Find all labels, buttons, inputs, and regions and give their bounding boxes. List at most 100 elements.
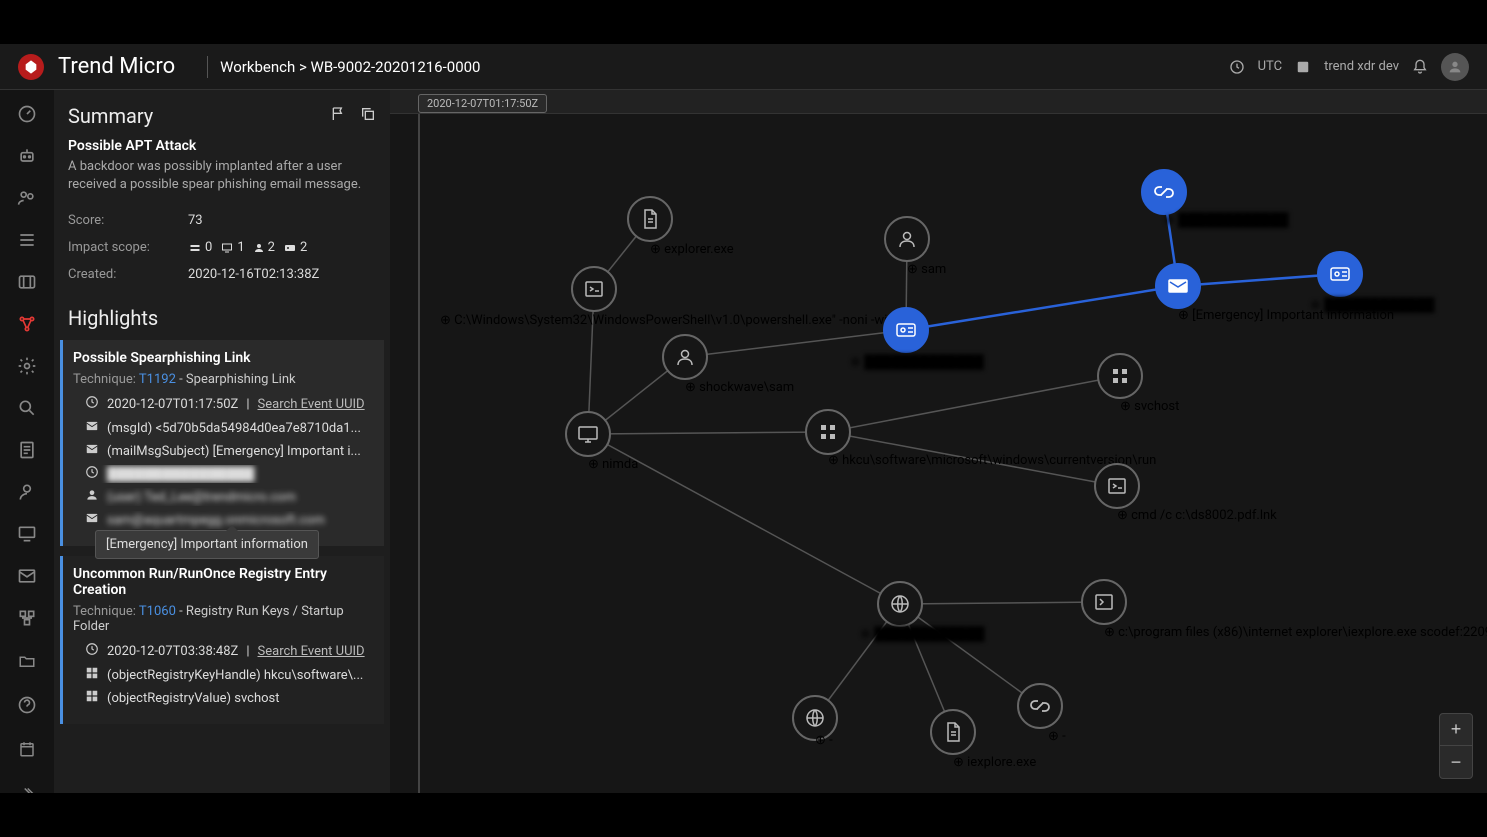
nav-monitor-icon[interactable] bbox=[16, 524, 38, 544]
org-icon bbox=[1294, 58, 1312, 76]
graph-node-mail[interactable] bbox=[1156, 264, 1200, 308]
mail-icon bbox=[85, 419, 99, 437]
mail-icon bbox=[85, 442, 99, 460]
graph-node-link[interactable] bbox=[1142, 170, 1186, 214]
event-item[interactable]: (mailMsgSubject) [Emergency] Important i… bbox=[85, 442, 374, 460]
zoom-controls: + − bbox=[1439, 713, 1473, 779]
node-label: ⊕ ████████████ bbox=[860, 626, 985, 642]
impact-label: Impact scope: bbox=[68, 240, 188, 255]
graph-node-cmd[interactable] bbox=[1095, 464, 1139, 508]
graph-canvas[interactable]: 2020-12-07T01:17:50Z ⊕ explorer.exe ⊕ C:\… bbox=[390, 90, 1487, 793]
graph-node-contact2[interactable] bbox=[1318, 252, 1362, 296]
graph-edge[interactable] bbox=[685, 330, 906, 357]
registry-icon bbox=[85, 689, 99, 707]
node-label: ⊕ C:\Windows\System32\WindowsPowerShell\… bbox=[440, 313, 908, 328]
graph-node-shockwave[interactable] bbox=[663, 335, 707, 379]
nav-folder-icon[interactable] bbox=[16, 650, 38, 672]
graph-edge[interactable] bbox=[588, 432, 828, 434]
nav-report-icon[interactable] bbox=[16, 440, 38, 460]
search-event-link[interactable]: Search Event UUID bbox=[258, 397, 365, 412]
registry-icon bbox=[85, 666, 99, 684]
highlight-card[interactable]: Uncommon Run/RunOnce Registry Entry Crea… bbox=[60, 556, 384, 724]
flag-icon[interactable] bbox=[330, 106, 346, 126]
node-label: ⊕ iexplore.exe bbox=[953, 755, 1036, 770]
nav-list-icon[interactable] bbox=[16, 230, 38, 250]
created-label: Created: bbox=[68, 267, 188, 282]
topbar: Trend Micro Workbench > WB-9002-20201216… bbox=[0, 44, 1487, 90]
nav-bot-icon[interactable] bbox=[16, 146, 38, 166]
node-label: ⊕ █████████████ bbox=[850, 354, 985, 370]
alert-description: A backdoor was possibly implanted after … bbox=[68, 158, 376, 193]
tenant-label[interactable]: trend xdr dev bbox=[1324, 59, 1399, 74]
score-label: Score: bbox=[68, 213, 188, 228]
copy-icon[interactable] bbox=[360, 106, 376, 126]
highlights-title: Highlights bbox=[54, 288, 390, 340]
nav-gear-icon[interactable] bbox=[16, 356, 38, 376]
graph-edge[interactable] bbox=[900, 602, 1104, 604]
node-label: ⊕ - bbox=[1048, 729, 1066, 744]
node-label: ⊕ nimda bbox=[588, 457, 638, 472]
nav-users-icon[interactable] bbox=[16, 188, 38, 208]
timeline-marker[interactable]: 2020-12-07T01:17:50Z bbox=[418, 94, 547, 113]
technique-link[interactable]: T1192 bbox=[139, 372, 176, 387]
zoom-out-button[interactable]: − bbox=[1440, 746, 1472, 778]
zoom-in-button[interactable]: + bbox=[1440, 714, 1472, 746]
summary-title: Summary bbox=[68, 104, 330, 128]
graph-node-iexplore[interactable] bbox=[931, 710, 975, 754]
nav-expand-icon[interactable] bbox=[16, 782, 38, 793]
graph-node-run[interactable] bbox=[806, 410, 850, 454]
graph-node-sam[interactable] bbox=[885, 217, 929, 261]
breadcrumb[interactable]: Workbench > WB-9002-20201216-0000 bbox=[220, 58, 480, 76]
clock-icon bbox=[1228, 58, 1246, 76]
summary-panel: Summary Possible APT Attack A backdoor w… bbox=[54, 90, 390, 793]
event-item[interactable]: (objectRegistryKeyHandle) hkcu\software\… bbox=[85, 666, 374, 684]
node-label: ⊕ cmd /c c:\ds8002.pdf.lnk bbox=[1117, 508, 1277, 523]
sidenav bbox=[0, 90, 54, 793]
technique-link[interactable]: T1060 bbox=[139, 604, 176, 619]
graph-node-explorer[interactable] bbox=[628, 197, 672, 241]
created-value: 2020-12-16T02:13:38Z bbox=[188, 267, 319, 282]
nav-network-icon[interactable] bbox=[16, 608, 38, 628]
nav-dashboard-icon[interactable] bbox=[16, 104, 38, 124]
graph-node-ie[interactable] bbox=[1082, 580, 1126, 624]
nav-graph-icon[interactable] bbox=[16, 314, 38, 334]
node-label: ⊕ explorer.exe bbox=[650, 242, 734, 257]
graph-node-powershell[interactable] bbox=[572, 267, 616, 311]
avatar[interactable] bbox=[1441, 53, 1469, 81]
event-item[interactable]: (objectRegistryValue) svchost bbox=[85, 689, 374, 707]
graph-edge[interactable] bbox=[828, 376, 1120, 432]
card-title: Uncommon Run/RunOnce Registry Entry Crea… bbox=[73, 566, 374, 598]
nav-search-icon[interactable] bbox=[16, 398, 38, 418]
clock-icon bbox=[85, 395, 99, 413]
graph-node-svchost[interactable] bbox=[1098, 354, 1142, 398]
nav-calendar-icon[interactable] bbox=[16, 738, 38, 760]
graph-node-nimda[interactable] bbox=[566, 412, 610, 456]
tooltip: [Emergency] Important information bbox=[95, 530, 319, 559]
nav-help-icon[interactable] bbox=[16, 694, 38, 716]
nav-person-icon[interactable] bbox=[16, 482, 38, 502]
highlight-card[interactable]: Possible Spearphishing LinkTechnique: T1… bbox=[60, 340, 384, 546]
bell-icon[interactable] bbox=[1411, 58, 1429, 76]
nav-mail-icon[interactable] bbox=[16, 566, 38, 586]
node-label: ⊕ svchost bbox=[1120, 399, 1179, 414]
timezone-label[interactable]: UTC bbox=[1258, 59, 1282, 74]
brand-title: Trend Micro bbox=[58, 54, 175, 79]
graph-edge[interactable] bbox=[1178, 274, 1340, 286]
event-item[interactable]: (msgId) <5d70b5da54984d0ea7e8710da1... bbox=[85, 419, 374, 437]
technique-row: Technique: T1060 - Registry Run Keys / S… bbox=[73, 604, 374, 634]
event-item[interactable]: ████████████████ bbox=[85, 465, 374, 483]
graph-node-link2[interactable] bbox=[1018, 684, 1062, 728]
event-item[interactable]: (user) Ted_Lee@trendmicro.com bbox=[85, 488, 374, 506]
graph-node-globe1[interactable] bbox=[878, 582, 922, 626]
search-event-link[interactable]: Search Event UUID bbox=[258, 644, 365, 659]
user-icon bbox=[85, 488, 99, 506]
graph-node-samcontact[interactable] bbox=[884, 308, 928, 352]
logo bbox=[18, 54, 44, 80]
timeline[interactable]: 2020-12-07T01:17:50Z bbox=[390, 90, 1487, 114]
node-label: ⊕ - bbox=[815, 733, 833, 748]
mail-icon bbox=[85, 511, 99, 529]
score-value: 73 bbox=[188, 213, 203, 228]
nav-map-icon[interactable] bbox=[16, 272, 38, 292]
impact-value: 0 1 2 2 bbox=[188, 240, 307, 255]
graph-edge[interactable] bbox=[906, 286, 1178, 330]
